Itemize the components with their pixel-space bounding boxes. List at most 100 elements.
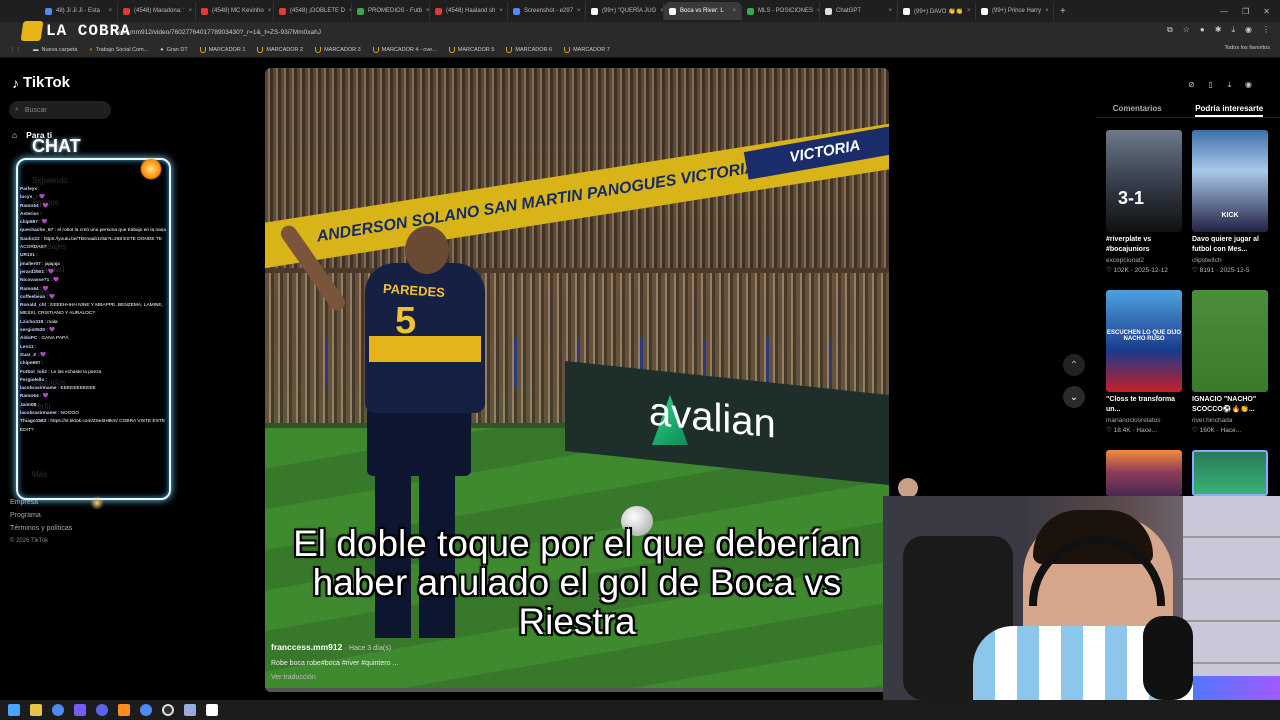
maximize-button[interactable]: ❐ — [1242, 7, 1249, 16]
avatar[interactable] — [898, 478, 918, 498]
card-title[interactable]: "Closs te transforma un... — [1106, 395, 1182, 415]
card-thumbnail[interactable]: KICK — [1192, 130, 1268, 232]
chat-username: chip687 — [20, 220, 38, 226]
browser-tab[interactable]: PROMEDIOS - Futb × — [352, 2, 430, 20]
avatar[interactable]: ◉ — [1242, 78, 1255, 91]
search-input[interactable]: ⌕ Buscar — [9, 101, 111, 119]
puzzle-icon[interactable]: ✱ — [1215, 25, 1222, 35]
chat-username: coffeebean — [20, 294, 46, 300]
browser-tab[interactable]: (99+) "QUERÍA JUG × — [586, 2, 664, 20]
video-description[interactable]: Robe boca robe#boca #river #quintero ... — [271, 660, 398, 667]
recommended-card[interactable] — [1192, 450, 1268, 496]
previous-video-button[interactable]: ⌃ — [1063, 354, 1085, 376]
bookmark-item[interactable]: MARCADOR 5 — [448, 46, 494, 53]
bookmark-item[interactable]: ● Trabajo Social Com... — [89, 47, 148, 53]
browser-icon[interactable] — [140, 704, 152, 716]
close-window-button[interactable]: ✕ — [1263, 7, 1270, 16]
card-title[interactable]: Davo quiere jugar al futbol con Mes... — [1192, 235, 1268, 255]
extension-icon[interactable]: ● — [1200, 25, 1205, 35]
video-progress-bar[interactable] — [265, 688, 889, 692]
minimize-button[interactable]: — — [1220, 7, 1228, 16]
thumbnail-overlay-text: KICK — [1221, 212, 1239, 219]
close-tab-icon[interactable]: × — [426, 8, 429, 14]
card-thumbnail[interactable]: ESCUCHEN LO QUE DIJO NACHO RUSO — [1106, 290, 1182, 392]
install-icon[interactable]: ⧉ — [1167, 25, 1173, 35]
browser-tab[interactable]: (4548) MC Kevinho × — [196, 2, 274, 20]
discord-icon[interactable] — [96, 704, 108, 716]
bookmark-item[interactable]: MARCADOR 6 — [506, 46, 552, 53]
bookmark-item[interactable]: MARCADOR 7 — [564, 46, 610, 53]
card-author[interactable]: marianoclosrelatos — [1106, 417, 1182, 424]
tiktok-logo[interactable]: ♪ TikTok — [12, 74, 70, 91]
star-icon[interactable]: ☆ — [1183, 25, 1190, 35]
close-tab-icon[interactable]: × — [967, 8, 971, 14]
download-icon[interactable]: ⤓ — [1223, 78, 1236, 91]
browser-tab[interactable]: (4548) Haaland sh × — [430, 2, 508, 20]
card-likes: ♡ 160K — [1192, 427, 1215, 434]
card-author[interactable]: river.hinchada — [1192, 417, 1268, 424]
video-author[interactable]: franccess.mm912 · Hace 3 día(s) — [271, 642, 391, 652]
new-tab-button[interactable]: + — [1054, 6, 1072, 17]
app-icon[interactable] — [74, 704, 86, 716]
bookmark-item[interactable]: MARCADOR 1 — [199, 46, 245, 53]
app-icon[interactable] — [206, 704, 218, 716]
browser-tab[interactable]: ChatGPT × — [820, 2, 898, 20]
recommended-card[interactable]: KICK Davo quiere jugar al futbol con Mes… — [1192, 130, 1268, 274]
chrome-icon[interactable] — [52, 704, 64, 716]
close-tab-icon[interactable]: × — [108, 8, 112, 14]
author-name[interactable]: franccess.mm912 — [271, 642, 342, 652]
profile-icon[interactable]: ◉ — [1245, 25, 1252, 35]
recommended-card[interactable] — [1106, 450, 1182, 496]
close-tab-icon[interactable]: × — [888, 8, 892, 14]
video-player[interactable]: ANDERSON SOLANO SAN MARTIN PANOGUES VICT… — [265, 68, 889, 692]
compass-icon[interactable]: ⊘ — [1185, 78, 1198, 91]
tab-comments[interactable]: Comentarios — [1113, 98, 1162, 117]
close-tab-icon[interactable]: × — [732, 8, 736, 14]
all-favorites-link[interactable]: Todos los favoritos — [1224, 45, 1270, 51]
bookmark-label: MARCADOR 4 - ove... — [381, 46, 437, 53]
translate-link[interactable]: Ver traducción — [271, 674, 316, 681]
card-thumbnail[interactable] — [1192, 290, 1268, 392]
browser-tab[interactable]: MLS - POSICIONES× — [742, 2, 820, 20]
card-author[interactable]: excepcional2 — [1106, 257, 1182, 264]
recommended-card[interactable]: ESCUCHEN LO QUE DIJO NACHO RUSO "Closs t… — [1106, 290, 1182, 434]
bookmark-item[interactable]: MARCADOR 2 — [257, 46, 303, 53]
download-icon[interactable]: ⤓ — [1231, 25, 1235, 35]
tab-recommended[interactable]: Podría interesarte — [1195, 98, 1264, 117]
bookmark-item[interactable]: ● Gran DT — [160, 47, 187, 53]
card-thumbnail[interactable] — [1106, 450, 1182, 496]
bookmark-item[interactable]: ▬ Nueva carpeta — [33, 47, 77, 53]
card-author[interactable]: clipstwitch — [1192, 257, 1268, 264]
close-tab-icon[interactable]: × — [1045, 8, 1049, 14]
browser-tab[interactable]: (99+) Prince Harry × — [976, 2, 1054, 20]
browser-tab[interactable]: Boca vs River: L × — [664, 2, 742, 20]
card-thumbnail[interactable] — [1194, 452, 1266, 494]
recommended-card[interactable]: IGNACIO "NACHO" SCOCCO⚽🔥👏... river.hinch… — [1192, 290, 1268, 434]
close-tab-icon[interactable]: × — [189, 8, 193, 14]
card-thumbnail[interactable]: 3-1 — [1106, 130, 1182, 232]
card-title[interactable]: #riverplate vs #bocajuniors — [1106, 235, 1182, 255]
app-icon[interactable] — [184, 704, 196, 716]
folder-icon[interactable] — [30, 704, 42, 716]
footer-link-terms[interactable]: Términos y políticas — [10, 522, 72, 535]
browser-tab[interactable]: (4548) ¡DOBLETE D× — [274, 2, 352, 20]
recommended-card[interactable]: 3-1 #riverplate vs #bocajuniors excepcio… — [1106, 130, 1182, 274]
obs-icon[interactable] — [162, 704, 174, 716]
close-tab-icon[interactable]: × — [268, 8, 272, 14]
close-tab-icon[interactable]: × — [499, 8, 503, 14]
footer-link-program[interactable]: Programa — [10, 509, 72, 522]
apps-icon[interactable]: ⋮⋮ — [10, 47, 21, 53]
app-icon[interactable] — [118, 704, 130, 716]
start-icon[interactable] — [8, 704, 20, 716]
menu-icon[interactable]: ⋮ — [1262, 25, 1270, 35]
card-title[interactable]: IGNACIO "NACHO" SCOCCO⚽🔥👏... — [1192, 395, 1268, 415]
browser-tab[interactable]: (99+) DAVO 👏👏 × — [898, 2, 976, 20]
spark-icon — [90, 496, 104, 510]
close-tab-icon[interactable]: × — [577, 8, 581, 14]
url-field[interactable]: cess.mm912/video/7602776401778903430?_r=… — [115, 29, 321, 36]
browser-tab[interactable]: Screenshot - e297 × — [508, 2, 586, 20]
bookmark-item[interactable]: MARCADOR 3 — [315, 46, 361, 53]
next-video-button[interactable]: ⌄ — [1063, 386, 1085, 408]
bookmark-item[interactable]: MARCADOR 4 - ove... — [372, 46, 437, 53]
phone-icon[interactable]: ▯ — [1204, 78, 1217, 91]
